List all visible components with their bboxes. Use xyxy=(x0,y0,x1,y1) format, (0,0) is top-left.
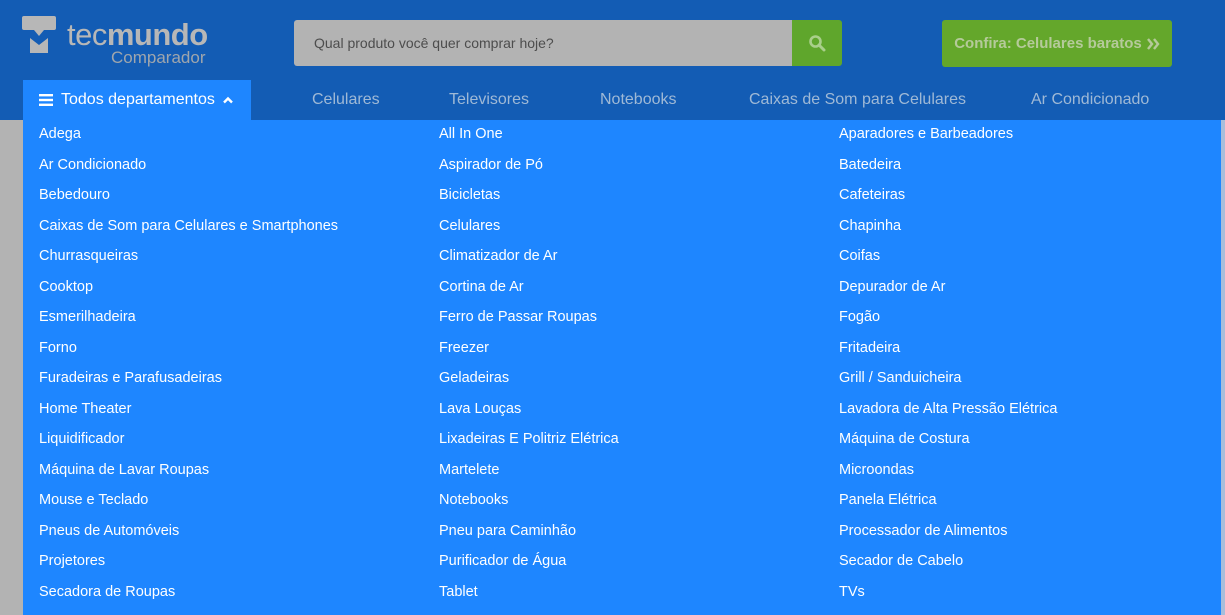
department-link[interactable]: Celulares xyxy=(439,218,619,249)
department-link[interactable]: Aspirador de Pó xyxy=(439,157,619,188)
all-departments-label: Todos departamentos xyxy=(61,91,215,108)
department-link[interactable]: Mouse e Teclado xyxy=(39,492,338,523)
department-link[interactable]: Freezer xyxy=(439,340,619,371)
dropdown-column-2: All In One Aspirador de Pó Bicicletas Celul… xyxy=(439,126,619,614)
department-link[interactable]: Bicicletas xyxy=(439,187,619,218)
department-link[interactable]: Caixas de Som para Celulares e Smartphon… xyxy=(39,218,338,249)
department-link[interactable]: Tablet xyxy=(439,584,619,615)
dropdown-column-1: Adega Ar Condicionado Bebedouro Caixas de S… xyxy=(39,126,338,614)
promo-label: Confira: Celulares baratos xyxy=(954,35,1142,52)
department-link[interactable]: Purificador de Água xyxy=(439,553,619,584)
department-link[interactable]: Pneus de Automóveis xyxy=(39,523,338,554)
menu-icon xyxy=(39,94,53,106)
nav-link-celulares[interactable]: Celulares xyxy=(312,80,380,120)
department-link[interactable]: Lava Louças xyxy=(439,401,619,432)
department-link[interactable]: Bebedouro xyxy=(39,187,338,218)
all-departments-button[interactable]: Todos departamentos xyxy=(23,80,251,120)
department-link[interactable]: Adega xyxy=(39,126,338,157)
logo-mark-icon xyxy=(22,16,56,53)
department-link[interactable]: Fritadeira xyxy=(839,340,1057,371)
chevron-up-icon xyxy=(223,96,233,104)
promo-button[interactable]: Confira: Celulares baratos xyxy=(942,20,1172,67)
department-link[interactable]: Cafeteiras xyxy=(839,187,1057,218)
department-link[interactable]: Esmerilhadeira xyxy=(39,309,338,340)
department-link[interactable]: Pneu para Caminhão xyxy=(439,523,619,554)
department-link[interactable]: Aparadores e Barbeadores xyxy=(839,126,1057,157)
department-link[interactable]: Fogão xyxy=(839,309,1057,340)
nav-link-ar-condicionado[interactable]: Ar Condicionado xyxy=(1031,80,1149,120)
department-link[interactable]: Grill / Sanduicheira xyxy=(839,370,1057,401)
main-nav: Todos departamentos Celulares Televisore… xyxy=(23,80,1225,120)
department-link[interactable]: Projetores xyxy=(39,553,338,584)
nav-link-televisores[interactable]: Televisores xyxy=(449,80,529,120)
nav-link-caixas-de-som[interactable]: Caixas de Som para Celulares xyxy=(749,80,966,120)
department-link[interactable]: All In One xyxy=(439,126,619,157)
logo-subtitle: Comparador xyxy=(111,48,206,67)
search-button[interactable] xyxy=(792,20,842,66)
department-link[interactable]: Lixadeiras E Politriz Elétrica xyxy=(439,431,619,462)
department-link[interactable]: Notebooks xyxy=(439,492,619,523)
department-link[interactable]: Liquidificador xyxy=(39,431,338,462)
department-link[interactable]: Ferro de Passar Roupas xyxy=(439,309,619,340)
department-link[interactable]: Home Theater xyxy=(39,401,338,432)
department-link[interactable]: Secadora de Roupas xyxy=(39,584,338,615)
department-link[interactable]: Microondas xyxy=(839,462,1057,493)
search-bar xyxy=(294,20,842,66)
page-scrollbar[interactable] xyxy=(1221,120,1225,615)
dropdown-column-3: Aparadores e Barbeadores Batedeira Cafetei… xyxy=(839,126,1057,614)
department-link[interactable]: Panela Elétrica xyxy=(839,492,1057,523)
nav-link-notebooks[interactable]: Notebooks xyxy=(600,80,677,120)
department-link[interactable]: Lavadora de Alta Pressão Elétrica xyxy=(839,401,1057,432)
department-link[interactable]: Chapinha xyxy=(839,218,1057,249)
double-chevron-right-icon xyxy=(1146,37,1160,50)
site-header: tecmundo Comparador Confira: Celulares b… xyxy=(0,0,1225,120)
tecmundo-logo[interactable]: tecmundo Comparador xyxy=(22,16,222,68)
department-link[interactable]: Coifas xyxy=(839,248,1057,279)
department-link[interactable]: Processador de Alimentos xyxy=(839,523,1057,554)
department-link[interactable]: Depurador de Ar xyxy=(839,279,1057,310)
department-link[interactable]: Máquina de Costura xyxy=(839,431,1057,462)
department-link[interactable]: Secador de Cabelo xyxy=(839,553,1057,584)
department-link[interactable]: Forno xyxy=(39,340,338,371)
department-link[interactable]: Furadeiras e Parafusadeiras xyxy=(39,370,338,401)
department-link[interactable]: Churrasqueiras xyxy=(39,248,338,279)
department-link[interactable]: Climatizador de Ar xyxy=(439,248,619,279)
department-link[interactable]: Ar Condicionado xyxy=(39,157,338,188)
department-link[interactable]: Máquina de Lavar Roupas xyxy=(39,462,338,493)
department-link[interactable]: Martelete xyxy=(439,462,619,493)
departments-dropdown: Adega Ar Condicionado Bebedouro Caixas de S… xyxy=(23,120,1221,615)
search-icon xyxy=(809,35,826,52)
department-link[interactable]: Batedeira xyxy=(839,157,1057,188)
department-link[interactable]: Cortina de Ar xyxy=(439,279,619,310)
department-link[interactable]: TVs xyxy=(839,584,1057,615)
search-input[interactable] xyxy=(294,20,792,66)
department-link[interactable]: Cooktop xyxy=(39,279,338,310)
department-link[interactable]: Geladeiras xyxy=(439,370,619,401)
